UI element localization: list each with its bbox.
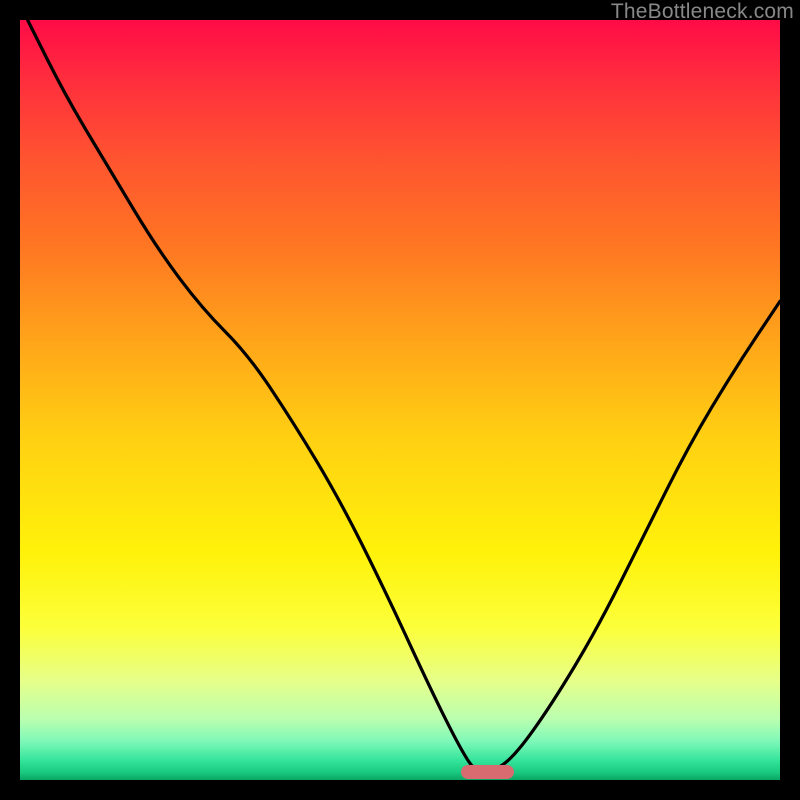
plot-area — [20, 20, 780, 780]
bottleneck-curve — [20, 20, 780, 780]
chart-stage: TheBottleneck.com — [0, 0, 800, 800]
optimal-marker — [461, 765, 514, 779]
